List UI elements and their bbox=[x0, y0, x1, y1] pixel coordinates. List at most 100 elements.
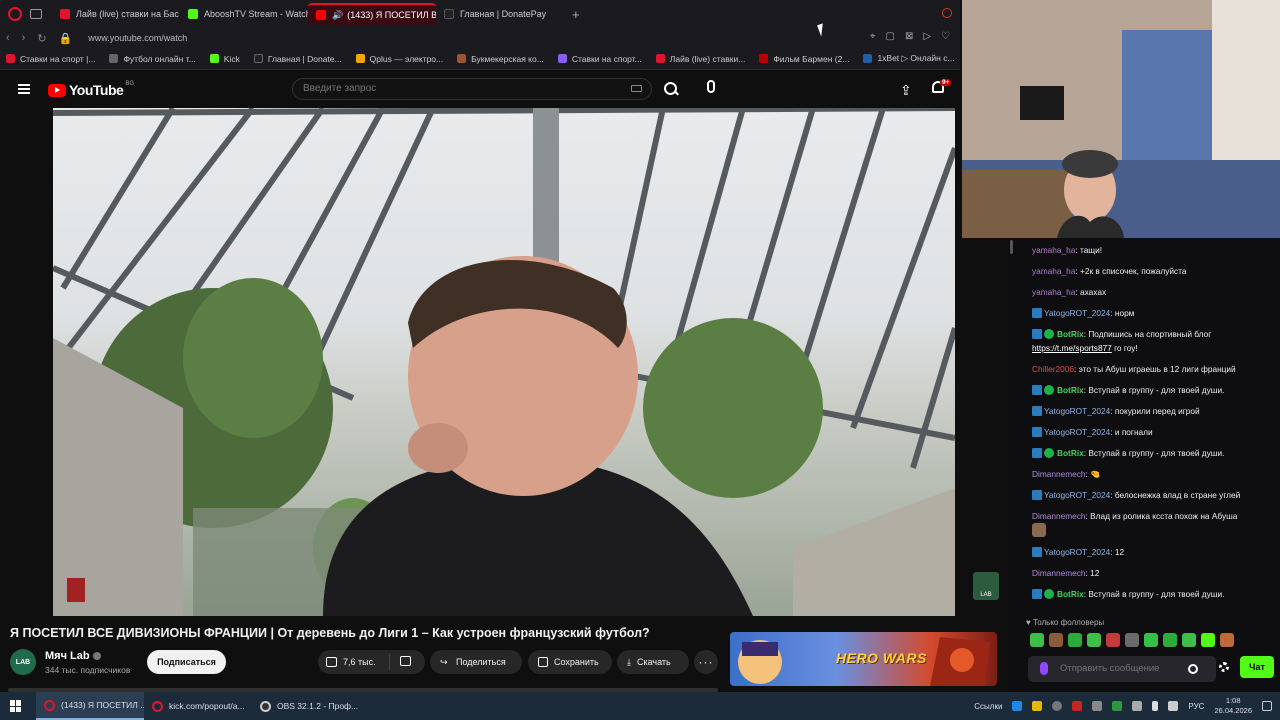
windows-start-icon[interactable] bbox=[10, 700, 22, 712]
pin-icon[interactable]: ⌖ bbox=[870, 31, 876, 42]
bookmark-item[interactable]: Ставки на спорт |... bbox=[6, 54, 95, 64]
tray-app-icon[interactable] bbox=[1072, 701, 1083, 711]
language-indicator[interactable]: РУС bbox=[1188, 702, 1204, 711]
emote-icon[interactable] bbox=[1220, 633, 1234, 647]
chat-username[interactable]: BotRix bbox=[1057, 329, 1084, 339]
network-icon[interactable] bbox=[1132, 701, 1143, 711]
notification-center-icon[interactable] bbox=[1262, 701, 1272, 711]
browser-tab-1[interactable]: AbooshTV Stream - Watch bbox=[180, 3, 308, 25]
search-tabs-icon[interactable] bbox=[942, 8, 952, 18]
keyboard-icon[interactable] bbox=[631, 85, 642, 92]
tray-app-icon[interactable] bbox=[1012, 701, 1023, 711]
taskbar-item[interactable]: kick.com/popout/a... bbox=[144, 692, 252, 720]
channel-name[interactable]: Мяч Lab bbox=[45, 650, 101, 662]
menu-icon[interactable] bbox=[18, 84, 30, 94]
search-input[interactable] bbox=[303, 83, 603, 94]
chat-username[interactable]: Dimannemech bbox=[1032, 511, 1086, 521]
url-field[interactable]: www.youtube.com/watch bbox=[88, 33, 187, 43]
emote-icon[interactable] bbox=[1087, 633, 1101, 647]
taskbar-item[interactable]: OBS 32.1.2 - Проф... bbox=[252, 692, 360, 720]
bookmark-item[interactable]: Qplus — электро... bbox=[355, 54, 443, 64]
chat-username[interactable]: YatogoROT_2024 bbox=[1044, 406, 1110, 416]
play-icon[interactable]: ▷ bbox=[923, 31, 931, 42]
chat-username[interactable]: yamaha_ha bbox=[1032, 266, 1075, 276]
browser-tab-3[interactable]: Главная | DonatePay bbox=[436, 3, 564, 25]
chat-username[interactable]: Dimannemech bbox=[1032, 568, 1086, 578]
chat-link[interactable]: https://t.me/sports877 bbox=[1032, 343, 1112, 353]
tray-app-icon[interactable] bbox=[1112, 701, 1123, 711]
channel-avatar[interactable]: LAB bbox=[10, 649, 36, 675]
forward-icon[interactable]: › bbox=[22, 32, 26, 44]
chat-username[interactable]: YatogoROT_2024 bbox=[1044, 308, 1110, 318]
save-button[interactable]: Сохранить bbox=[528, 650, 612, 674]
chat-username[interactable]: yamaha_ha bbox=[1032, 245, 1075, 255]
search-button[interactable] bbox=[654, 78, 688, 100]
chat-send-button[interactable]: Чат bbox=[1240, 656, 1274, 678]
speaker-icon[interactable]: 🔊 bbox=[332, 10, 343, 21]
bookmark-item[interactable]: Главная | Donate... bbox=[253, 54, 342, 64]
shield-icon[interactable]: ⊠ bbox=[905, 31, 913, 42]
chat-username[interactable]: BotRix bbox=[1057, 589, 1084, 599]
emote-icon[interactable] bbox=[1125, 633, 1139, 647]
emote-icon[interactable] bbox=[1106, 633, 1120, 647]
microphone-tray-icon[interactable] bbox=[1152, 701, 1159, 711]
bookmark-item[interactable]: Футбол онлайн т... bbox=[109, 54, 196, 64]
browser-tab-2[interactable]: 🔊 (1433) Я ПОСЕТИЛ ВС bbox=[308, 3, 436, 25]
bookmark-item[interactable]: Ставки на спорт... bbox=[557, 54, 642, 64]
taskbar-item[interactable]: (1433) Я ПОСЕТИЛ ... bbox=[36, 692, 144, 720]
chat-username[interactable]: BotRix bbox=[1057, 448, 1084, 458]
chat-username[interactable]: yamaha_ha bbox=[1032, 287, 1075, 297]
tray-app-icon[interactable] bbox=[1092, 701, 1103, 711]
speaker-tray-icon[interactable] bbox=[1168, 701, 1179, 711]
like-button[interactable]: 7,6 тыс. bbox=[318, 654, 390, 670]
emote-icon[interactable] bbox=[1030, 633, 1044, 647]
chat-input[interactable] bbox=[1060, 663, 1190, 674]
bookmark-item[interactable]: Kick bbox=[209, 54, 240, 64]
emote-icon[interactable] bbox=[1163, 633, 1177, 647]
emote-icon[interactable] bbox=[1068, 633, 1082, 647]
clock[interactable]: 1:08 26.04.2026 bbox=[1214, 696, 1252, 716]
snapshot-icon[interactable]: ▢ bbox=[885, 31, 894, 42]
new-tab-button[interactable]: + bbox=[572, 7, 580, 22]
opera-logo-icon[interactable] bbox=[8, 7, 22, 21]
links-toolbar[interactable]: Ссылки bbox=[974, 702, 1002, 711]
emote-icon[interactable] bbox=[1049, 633, 1063, 647]
chat-username[interactable]: YatogoROT_2024 bbox=[1044, 427, 1110, 437]
chat-username[interactable]: BotRix bbox=[1057, 385, 1084, 395]
upload-icon[interactable]: ⇪ bbox=[900, 82, 912, 99]
chat-message-list[interactable]: yamaha_ha: тащи! yamaha_ha: +2к в списоч… bbox=[1032, 244, 1268, 609]
gear-icon[interactable] bbox=[1219, 662, 1229, 672]
share-button[interactable]: ↪ Поделиться bbox=[430, 650, 522, 674]
emote-icon[interactable] bbox=[1182, 633, 1196, 647]
download-icon: ⤓ bbox=[627, 656, 631, 667]
chat-username[interactable]: YatogoROT_2024 bbox=[1044, 490, 1110, 500]
emote-icon[interactable] bbox=[1201, 633, 1215, 647]
bookmark-item[interactable]: 1xBet ▷ Онлайн с... bbox=[863, 53, 955, 64]
more-actions-button[interactable]: ··· bbox=[694, 650, 718, 674]
chat-scrollbar[interactable] bbox=[1010, 240, 1013, 254]
tray-app-icon[interactable] bbox=[1032, 701, 1043, 711]
browser-tab-0[interactable]: Лайв (live) ставки на Бас bbox=[52, 3, 180, 25]
emote-icon[interactable] bbox=[1144, 633, 1158, 647]
chat-username[interactable]: Dimannemech bbox=[1032, 469, 1086, 479]
microphone-icon[interactable] bbox=[1040, 662, 1048, 675]
dislike-button[interactable] bbox=[390, 656, 417, 668]
youtube-logo[interactable]: YouTube BG bbox=[48, 81, 134, 98]
tab-overview-icon[interactable] bbox=[30, 9, 42, 19]
chat-username[interactable]: Chiller2006 bbox=[1032, 364, 1074, 374]
channel-watermark[interactable]: LAB bbox=[973, 572, 999, 600]
microphone-icon[interactable] bbox=[707, 80, 715, 93]
download-button[interactable]: ⤓ Скачать bbox=[617, 650, 689, 674]
chat-username[interactable]: YatogoROT_2024 bbox=[1044, 547, 1110, 557]
reload-icon[interactable]: ↻ bbox=[37, 32, 46, 45]
bookmark-item[interactable]: Лайв (live) ставки... bbox=[655, 54, 745, 64]
subscribe-button[interactable]: Подписаться bbox=[147, 650, 226, 674]
emoji-icon[interactable] bbox=[1188, 664, 1198, 674]
heart-icon[interactable]: ♡ bbox=[941, 31, 950, 42]
bookmark-item[interactable]: Букмекерская ко... bbox=[457, 54, 544, 64]
bookmark-item[interactable]: Фильм Бармен (2... bbox=[759, 54, 849, 64]
back-icon[interactable]: ‹ bbox=[6, 32, 10, 44]
tray-app-icon[interactable] bbox=[1052, 701, 1063, 711]
video-player[interactable] bbox=[53, 108, 955, 616]
ad-banner[interactable]: HERO WARS bbox=[730, 632, 997, 686]
